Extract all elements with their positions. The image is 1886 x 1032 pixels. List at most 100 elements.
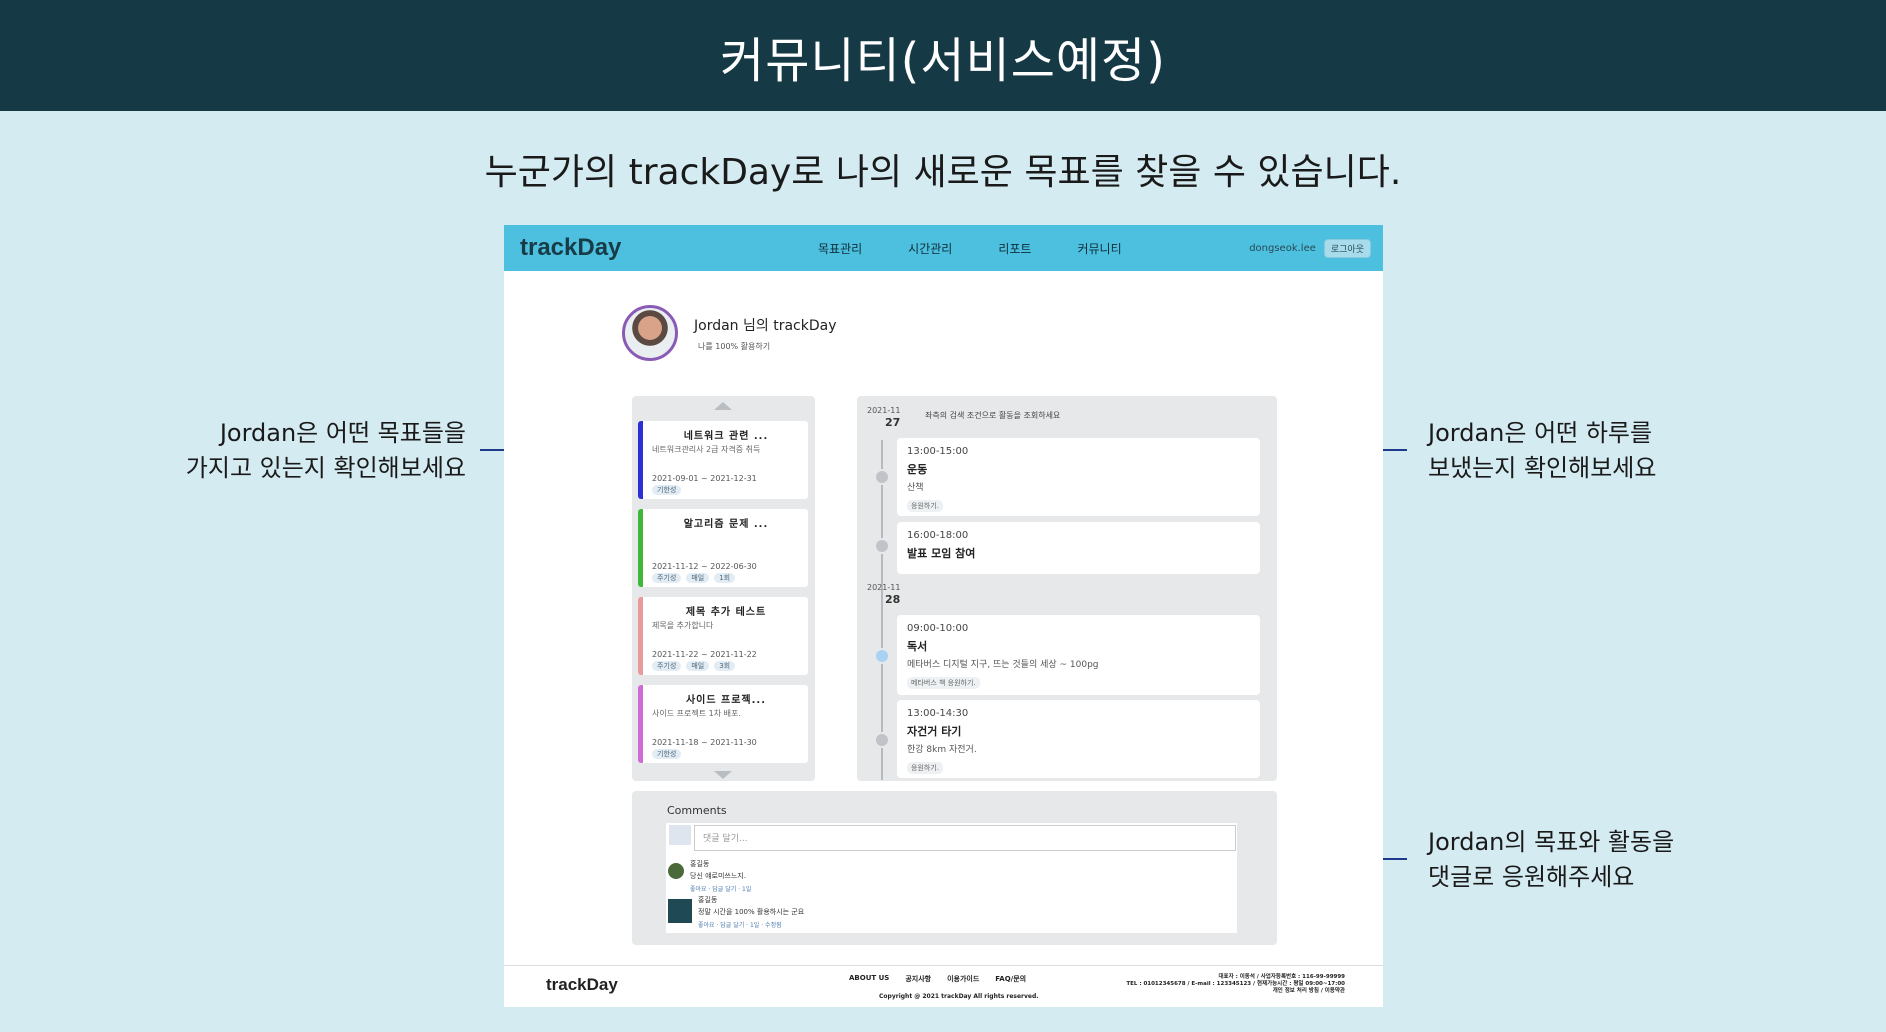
profile-name: Jordan 님의 trackDay: [694, 317, 837, 334]
timeline-day: 28: [885, 593, 901, 606]
comments-heading: Comments: [667, 804, 727, 817]
goal-tag: 기한성: [652, 749, 682, 759]
goal-desc: 제목을 추가합니다: [652, 621, 714, 630]
goal-card[interactable]: 알고리즘 문제 ... 2021-11-12 ~ 2022-06-30 주기성 …: [638, 509, 808, 587]
logout-button[interactable]: 로그아웃: [1323, 239, 1371, 258]
timeline-day: 27: [885, 416, 901, 429]
goal-tag: 매일: [686, 661, 710, 671]
goal-tag: 매일: [686, 573, 710, 583]
app-logo[interactable]: trackDay: [520, 234, 621, 262]
user-area: dongseok.lee 로그아웃: [1249, 239, 1371, 258]
profile-tagline: 나를 100% 활용하기: [698, 341, 771, 351]
avatar: [622, 305, 678, 361]
day-annotation-line-1: Jordan은 어떤 하루를: [1428, 419, 1653, 447]
goals-annotation-line-2: 가지고 있는지 확인해보세요: [185, 454, 466, 482]
activity-desc: 한강 8km 자전거.: [907, 745, 977, 755]
goal-card[interactable]: 제목 추가 테스트 제목을 추가합니다 2021-11-22 ~ 2021-11…: [638, 597, 808, 675]
goal-tags: 기한성: [652, 485, 682, 495]
avatar: [668, 899, 692, 923]
activity-title: 발표 모임 참여: [907, 547, 976, 560]
footer-link-guide[interactable]: 이용가이드: [947, 974, 979, 984]
comments-section: Comments 댓글 달기... 홍길동 당신 얘로미쓰느지. 좋아요 · 답…: [632, 791, 1277, 945]
footer-info-line: 대표자 : 이동석 / 사업자등록번호 : 116-99-99999: [1218, 974, 1345, 980]
goal-tag: 3회: [714, 661, 736, 671]
comments-annotation-line-1: Jordan의 목표와 활동을: [1428, 828, 1675, 856]
goal-tags: 주기성 매일 1회: [652, 573, 736, 583]
goal-date: 2021-11-18 ~ 2021-11-30: [652, 738, 757, 747]
cheer-button[interactable]: 응원하기.: [907, 500, 943, 512]
goal-color-bar: [638, 421, 643, 499]
footer-info: 대표자 : 이동석 / 사업자등록번호 : 116-99-99999 TEL :…: [1126, 974, 1345, 995]
goal-color-bar: [638, 509, 643, 587]
goal-tag: 1회: [714, 573, 736, 583]
day-annotation-line-2: 보냈는지 확인해보세요: [1428, 454, 1657, 482]
comment-input[interactable]: 댓글 달기...: [694, 825, 1236, 851]
timeline-date: 2021-11 28: [867, 583, 900, 606]
scroll-down-icon[interactable]: [714, 771, 732, 779]
cheer-button[interactable]: 응원하기.: [907, 762, 943, 774]
goal-desc: [652, 533, 800, 557]
footer-info-line[interactable]: 개인 정보 처리 방침 / 이용약관: [1126, 988, 1345, 995]
comment-text: 정말 시간을 100% 활용하시는 군요: [698, 908, 805, 916]
nav-item-time[interactable]: 시간관리: [908, 240, 952, 257]
comments-annotation-line-2: 댓글로 응원해주세요: [1428, 863, 1635, 891]
comment-text: 당신 얘로미쓰느지.: [690, 872, 746, 880]
footer-info-line: TEL : 01012345678 / E-mail : 123345123 /…: [1126, 981, 1345, 987]
goal-tags: 주기성 매일 3회: [652, 661, 736, 671]
footer-copyright: Copyright @ 2021 trackDay All rights res…: [879, 993, 1039, 1000]
goal-date: 2021-11-22 ~ 2021-11-22: [652, 650, 757, 659]
timeline-line: [881, 440, 883, 780]
activity-desc: 산책: [907, 483, 924, 493]
activity-card[interactable]: 09:00-10:00 독서 메타버스 디지털 지구, 뜨는 것들의 세상 ~ …: [897, 615, 1260, 695]
goal-tag: 기한성: [652, 485, 682, 495]
comment-actions[interactable]: 좋아요 · 답글 달기 · 1일: [690, 884, 751, 893]
nav-item-community[interactable]: 커뮤니티: [1077, 240, 1121, 257]
goals-annotation-line-1: Jordan은 어떤 목표들을: [219, 419, 466, 447]
activity-time: 13:00-15:00: [907, 446, 969, 457]
goal-date: 2021-09-01 ~ 2021-12-31: [652, 474, 757, 483]
timeline-date: 2021-11 27: [867, 406, 900, 429]
activity-title: 독서: [907, 640, 928, 653]
footer-link-about[interactable]: ABOUT US: [849, 974, 889, 984]
activity-card[interactable]: 16:00-18:00 발표 모임 참여: [897, 522, 1260, 574]
top-nav: trackDay 목표관리 시간관리 리포트 커뮤니티 dongseok.lee…: [504, 225, 1383, 271]
goal-title: 제목 추가 테스트: [685, 607, 767, 618]
goal-title: 네트워크 관련 ...: [683, 431, 769, 442]
avatar: [668, 863, 684, 879]
activity-title: 운동: [907, 463, 928, 476]
nav-item-goals[interactable]: 목표관리: [818, 240, 862, 257]
activity-card[interactable]: 13:00-14:30 자건거 타기 한강 8km 자전거. 응원하기.: [897, 700, 1260, 778]
goal-tag: 주기성: [652, 661, 682, 671]
goal-color-bar: [638, 597, 643, 675]
timeline-dot: [874, 648, 890, 664]
top-banner: 커뮤니티(서비스예정): [0, 0, 1886, 111]
goal-card[interactable]: 네트워크 관련 ... 네트워크관리사 2급 자격증 취득 2021-09-01…: [638, 421, 808, 499]
comment-item: 홍길동 당신 얘로미쓰느지. 좋아요 · 답글 달기 · 1일: [668, 859, 751, 893]
activity-card[interactable]: 13:00-15:00 운동 산책 응원하기.: [897, 438, 1260, 516]
footer-links: ABOUT US 공지사항 이용가이드 FAQ/문의: [849, 974, 1026, 984]
scroll-up-icon[interactable]: [714, 402, 732, 410]
activity-title: 자건거 타기: [907, 725, 962, 738]
goal-tags: 기한성: [652, 749, 682, 759]
comments-annotation: Jordan의 목표와 활동을 댓글로 응원해주세요: [1428, 825, 1674, 895]
footer-logo[interactable]: trackDay: [546, 975, 618, 995]
day-annotation: Jordan은 어떤 하루를 보냈는지 확인해보세요: [1428, 416, 1656, 486]
goal-desc: 사이드 프로젝트 1차 배포.: [652, 709, 741, 718]
goal-date: 2021-11-12 ~ 2022-06-30: [652, 562, 757, 571]
activity-desc: 메타버스 디지털 지구, 뜨는 것들의 세상 ~ 100pg: [907, 660, 1099, 670]
activity-time: 16:00-18:00: [907, 530, 969, 541]
quote-icon: [669, 825, 691, 845]
comments-body: 댓글 달기... 홍길동 당신 얘로미쓰느지. 좋아요 · 답글 달기 · 1일…: [666, 823, 1237, 933]
footer-link-faq[interactable]: FAQ/문의: [995, 974, 1026, 984]
goals-annotation: Jordan은 어떤 목표들을 가지고 있는지 확인해보세요: [186, 416, 466, 486]
footer-link-notice[interactable]: 공지사항: [905, 974, 931, 984]
nav-menu: 목표관리 시간관리 리포트 커뮤니티: [818, 225, 1168, 271]
comment-actions[interactable]: 좋아요 · 답글 달기 · 1일 · 수정됨: [698, 920, 804, 929]
timeline-month: 2021-11: [867, 583, 901, 592]
timeline-panel: 좌측의 검색 조건으로 활동을 조회하세요 2021-11 27 13:00-1…: [857, 396, 1277, 781]
nav-item-report[interactable]: 리포트: [998, 240, 1031, 257]
app-screenshot: trackDay 목표관리 시간관리 리포트 커뮤니티 dongseok.lee…: [504, 225, 1383, 1007]
cheer-button[interactable]: 메타버스 책 응원하기.: [907, 677, 980, 689]
page-subtitle: 누군가의 trackDay로 나의 새로운 목표를 찾을 수 있습니다.: [484, 152, 1402, 193]
goal-card[interactable]: 사이드 프로젝... 사이드 프로젝트 1차 배포. 2021-11-18 ~ …: [638, 685, 808, 763]
